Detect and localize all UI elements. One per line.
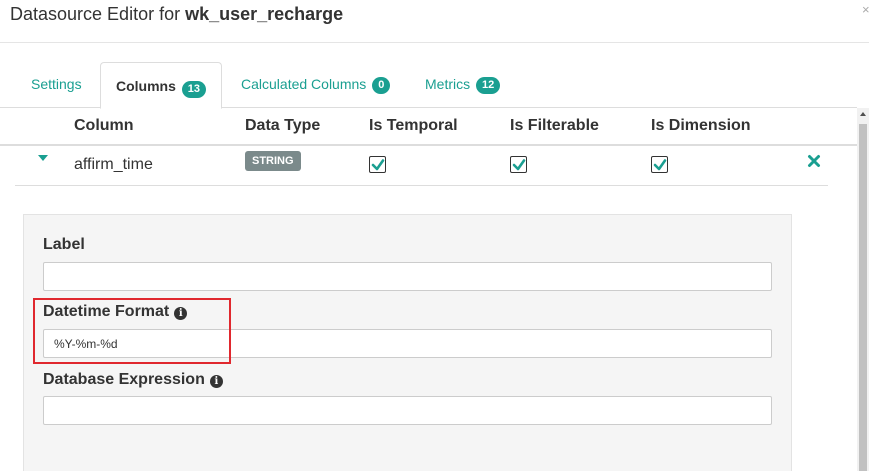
- column-name: affirm_time: [74, 156, 153, 173]
- is-filterable-checkbox[interactable]: [510, 156, 527, 173]
- data-type-label: STRING: [245, 151, 301, 171]
- tab-metrics[interactable]: Metrics 12: [425, 62, 501, 108]
- tab-calculated-columns-count: 0: [372, 77, 391, 94]
- header-column: Column: [74, 117, 134, 134]
- label-field-label: Label: [43, 236, 85, 253]
- modal-title: Datasource Editor for wk_user_recharge: [10, 4, 343, 25]
- datetime-format-input[interactable]: [43, 329, 772, 358]
- scrollbar-thumb[interactable]: [859, 124, 867, 471]
- close-icon[interactable]: ×: [862, 2, 869, 17]
- header-is-dimension: Is Dimension: [651, 117, 751, 134]
- checkmark-icon: [371, 159, 385, 171]
- scroll-up-arrow-icon[interactable]: [860, 112, 866, 116]
- delete-row-icon[interactable]: [807, 154, 821, 173]
- tab-settings-label: Settings: [31, 76, 82, 92]
- tab-metrics-label: Metrics: [425, 76, 471, 92]
- tab-columns[interactable]: Columns 13: [100, 62, 223, 109]
- header-is-temporal: Is Temporal: [369, 117, 458, 134]
- header-is-filterable: Is Filterable: [510, 117, 599, 134]
- close-icon: [808, 155, 820, 167]
- tab-bar: Settings Columns 13 Calculated Columns 0…: [0, 62, 857, 109]
- datetime-format-label: Datetime Format i: [43, 303, 188, 321]
- checkmark-icon: [653, 159, 667, 171]
- info-icon[interactable]: i: [174, 307, 188, 320]
- info-icon[interactable]: i: [209, 375, 223, 388]
- modal-header: Datasource Editor for wk_user_recharge ×: [0, 0, 869, 43]
- tab-columns-label: Columns: [116, 78, 176, 94]
- tab-settings[interactable]: Settings: [31, 62, 82, 108]
- database-expression-label: Database Expression i: [43, 371, 223, 389]
- database-expression-label-text: Database Expression: [43, 371, 205, 388]
- caret-down-icon[interactable]: [38, 155, 48, 161]
- label-input[interactable]: [43, 262, 772, 291]
- datasource-name: wk_user_recharge: [185, 4, 344, 24]
- tab-calculated-columns[interactable]: Calculated Columns 0: [241, 62, 391, 108]
- is-dimension-checkbox[interactable]: [651, 156, 668, 173]
- columns-table-header: Column Data Type Is Temporal Is Filterab…: [0, 108, 857, 146]
- scrollbar[interactable]: [857, 108, 869, 471]
- database-expression-input[interactable]: [43, 396, 772, 425]
- tab-columns-count: 13: [181, 81, 207, 98]
- is-temporal-checkbox[interactable]: [369, 156, 386, 173]
- datetime-format-label-text: Datetime Format: [43, 303, 170, 320]
- header-data-type: Data Type: [245, 117, 321, 134]
- checkmark-icon: [512, 159, 526, 171]
- tab-metrics-count: 12: [476, 77, 501, 94]
- title-prefix: Datasource Editor for: [10, 4, 186, 24]
- tab-calculated-columns-label: Calculated Columns: [241, 76, 367, 92]
